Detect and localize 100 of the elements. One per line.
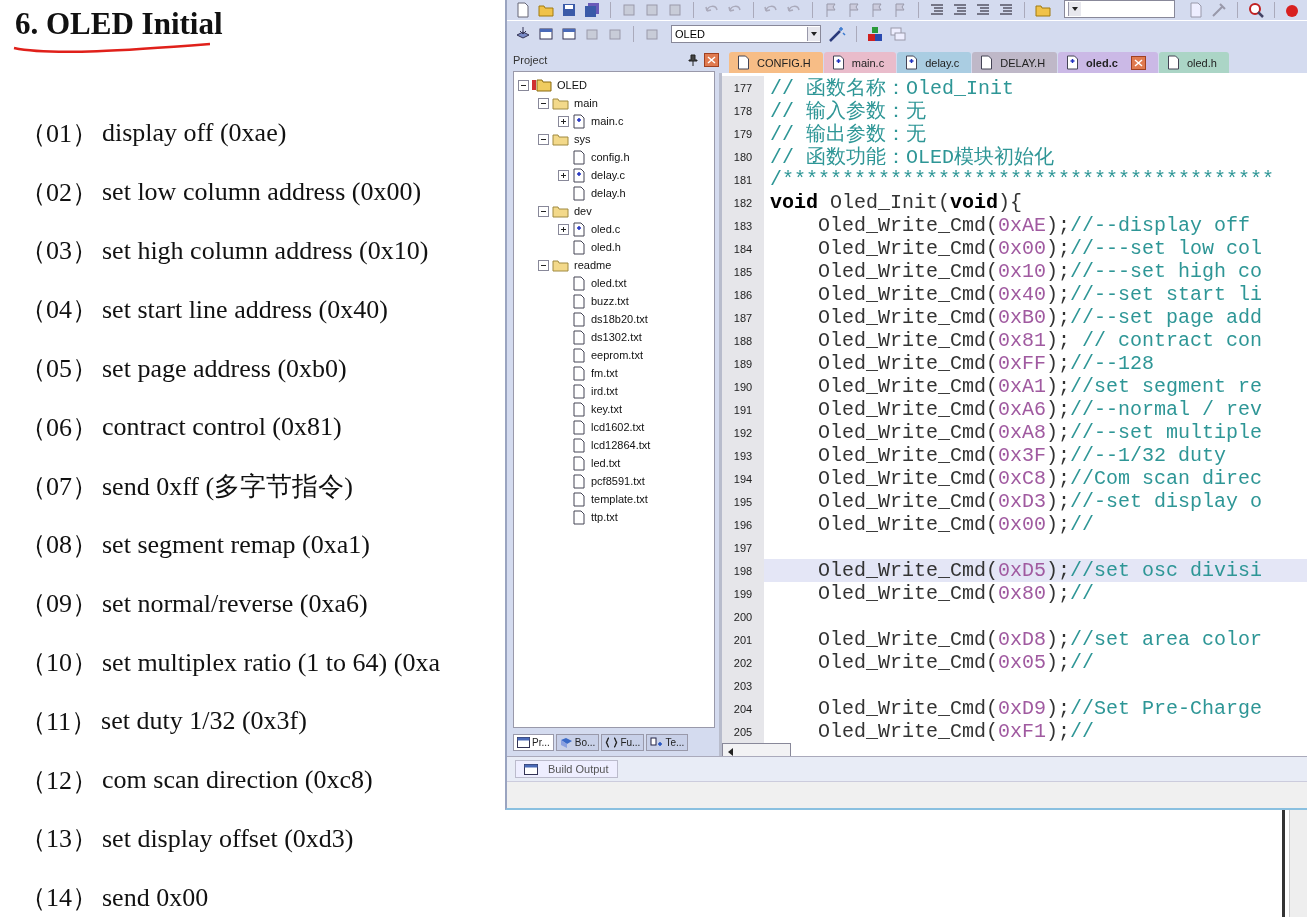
panel-tab[interactable]: Fu... xyxy=(601,733,645,751)
tree-item[interactable]: ird.txt xyxy=(591,385,618,397)
command-text: send 0xff (多字节指令) xyxy=(102,470,353,503)
command-text: set page address (0xb0) xyxy=(102,353,347,384)
file-tab[interactable]: main.c xyxy=(823,52,897,73)
tree-item[interactable]: main.c xyxy=(591,115,624,127)
code-line: Oled_Write_Cmd(0x80);// xyxy=(817,582,1096,605)
tree-item[interactable]: ttp.txt xyxy=(591,511,618,523)
command-text: set display offset (0xd3) xyxy=(102,823,354,854)
panel-tab[interactable]: Pr... xyxy=(513,733,554,751)
item-number: （04） xyxy=(20,294,98,327)
tree-item[interactable]: pcf8591.txt xyxy=(591,475,645,487)
command-text: set normal/reverse (0xa6) xyxy=(102,588,368,619)
tree-item[interactable]: OLED xyxy=(557,79,587,91)
line-number: 196 xyxy=(722,513,764,536)
tree-item[interactable]: buzz.txt xyxy=(591,295,629,307)
tree-item[interactable]: ds1302.txt xyxy=(591,331,642,343)
file-tab[interactable]: DELAY.H xyxy=(972,52,1058,73)
panel-tab[interactable]: Te... xyxy=(646,733,689,751)
tree-item[interactable]: template.txt xyxy=(591,493,648,505)
item-number: （10） xyxy=(20,647,98,680)
tree-item[interactable]: delay.h xyxy=(591,187,626,199)
code-line: void Oled_Init(void){ xyxy=(769,191,1024,214)
line-number: 182 xyxy=(722,191,764,214)
item-number: （09） xyxy=(20,588,98,621)
line-number: 181 xyxy=(722,168,764,191)
item-number: （01） xyxy=(20,117,98,150)
file-tab[interactable]: oled.h xyxy=(1158,52,1229,73)
item-number: （06） xyxy=(20,411,98,444)
file-tab[interactable]: oled.c xyxy=(1058,52,1158,73)
code-line: // 输出参数：无 xyxy=(769,122,927,145)
tree-item[interactable]: sys xyxy=(574,133,591,145)
code-line: Oled_Write_Cmd(0xD3);//-set display o xyxy=(817,490,1264,513)
tree-item[interactable]: eeprom.txt xyxy=(591,349,643,361)
line-number: 185 xyxy=(722,260,764,283)
code-line: Oled_Write_Cmd(0x3F);//--1/32 duty xyxy=(817,444,1228,467)
line-number: 186 xyxy=(722,283,764,306)
line-number: 184 xyxy=(722,237,764,260)
target-combo[interactable]: OLED xyxy=(671,25,821,43)
line-number: 197 xyxy=(722,536,764,559)
line-number: 195 xyxy=(722,490,764,513)
line-number: 203 xyxy=(722,674,764,697)
command-text: set start line address (0x40) xyxy=(102,294,388,325)
code-line: Oled_Write_Cmd(0x00);//---set low col xyxy=(817,237,1264,260)
code-line: Oled_Write_Cmd(0xFF);//--128 xyxy=(817,352,1156,375)
command-text: set low column address (0x00) xyxy=(102,177,422,208)
tree-item[interactable]: main xyxy=(574,97,598,109)
tree-item[interactable]: lcd12864.txt xyxy=(591,439,651,451)
command-text: set high column address (0x10) xyxy=(102,236,429,266)
line-number: 201 xyxy=(722,628,764,651)
code-line: Oled_Write_Cmd(0xA8);//--set multiple xyxy=(817,421,1264,444)
tree-item[interactable]: oled.h xyxy=(591,241,621,253)
tree-item[interactable]: config.h xyxy=(591,151,630,163)
line-number: 180 xyxy=(722,145,764,168)
tree-item[interactable]: led.txt xyxy=(591,457,621,469)
code-line: // 函数名称：Oled_Init xyxy=(769,76,1016,99)
code-line: /***************************************** xyxy=(769,168,1276,191)
file-tab[interactable]: delay.c xyxy=(897,52,972,73)
line-number: 198 xyxy=(722,559,764,582)
tree-item[interactable]: lcd1602.txt xyxy=(591,421,645,433)
tree-item[interactable]: fm.txt xyxy=(591,367,618,379)
panel-title: Project xyxy=(513,54,549,66)
line-number: 192 xyxy=(722,421,764,444)
code-line: // 输入参数：无 xyxy=(769,99,927,122)
tree-item[interactable]: ds18b20.txt xyxy=(591,313,648,325)
code-line: Oled_Write_Cmd(0xD9);//Set Pre-Charge xyxy=(817,697,1264,720)
code-line: Oled_Write_Cmd(0x81); // contract con xyxy=(817,329,1264,352)
item-number: （03） xyxy=(20,235,98,268)
document-title: 6. OLED Initial xyxy=(15,6,223,42)
line-number: 178 xyxy=(722,99,764,122)
command-text: com scan direction (0xc8) xyxy=(102,765,373,796)
build-output-tab[interactable]: Build Output xyxy=(515,760,618,778)
tree-item[interactable]: dev xyxy=(574,205,592,217)
file-tab[interactable]: CONFIG.H xyxy=(729,52,823,73)
code-line: Oled_Write_Cmd(0x00);// xyxy=(817,513,1096,536)
code-line: Oled_Write_Cmd(0x10);//---set high co xyxy=(817,260,1264,283)
line-number: 193 xyxy=(722,444,764,467)
item-number: （02） xyxy=(20,176,98,209)
item-number: （14） xyxy=(20,882,98,915)
line-number: 205 xyxy=(722,720,764,743)
line-number: 191 xyxy=(722,398,764,421)
code-line: Oled_Write_Cmd(0xA6);//--normal / rev xyxy=(817,398,1264,421)
command-text: display off (0xae) xyxy=(102,118,287,149)
line-number: 187 xyxy=(722,306,764,329)
line-number: 199 xyxy=(722,582,764,605)
panel-tab[interactable]: Bo... xyxy=(555,733,600,751)
tree-item[interactable]: oled.txt xyxy=(591,277,627,289)
line-number: 200 xyxy=(722,605,764,628)
line-number: 177 xyxy=(722,76,764,99)
tree-item[interactable]: readme xyxy=(574,259,612,271)
code-line: // 函数功能：OLED模块初始化 xyxy=(769,145,1055,168)
line-number: 194 xyxy=(722,467,764,490)
code-line: Oled_Write_Cmd(0xAE);//--display off xyxy=(817,214,1252,237)
item-number: （12） xyxy=(20,764,98,797)
tree-item[interactable]: oled.c xyxy=(591,223,621,235)
code-line: Oled_Write_Cmd(0x05);// xyxy=(817,651,1096,674)
item-number: （11） xyxy=(20,705,98,738)
tree-item[interactable]: key.txt xyxy=(591,403,622,415)
tree-item[interactable]: delay.c xyxy=(591,169,626,181)
code-line: Oled_Write_Cmd(0xF1);// xyxy=(817,720,1096,743)
